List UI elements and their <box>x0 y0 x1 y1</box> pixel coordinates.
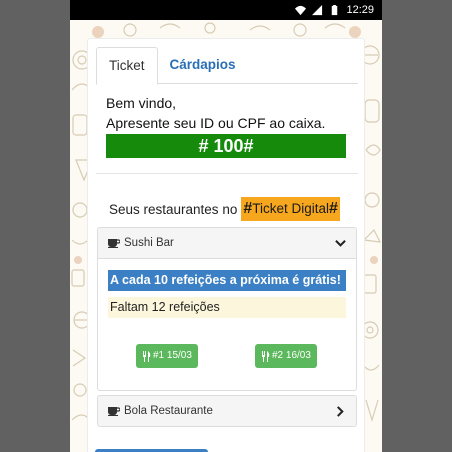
brand-hash-right: # <box>329 200 338 217</box>
welcome-line-2: Apresente seu ID ou CPF ao caixa. <box>106 115 326 131</box>
brand-hash-left: # <box>243 200 253 217</box>
coffee-cup-icon <box>108 239 120 248</box>
status-bar: 12:29 <box>70 0 382 20</box>
tab-bar: Ticket Cárdapios <box>96 47 358 85</box>
welcome-line-1: Bem vindo, <box>106 95 177 111</box>
restaurant-panel-body: A cada 10 refeições a próxima é grátis! … <box>97 259 357 391</box>
promo-banner: A cada 10 refeições a próxima é grátis! <box>108 270 346 291</box>
welcome-message: Bem vindo, Apresente seu ID ou CPF ao ca… <box>106 93 325 133</box>
tab-ticket[interactable]: Ticket <box>96 47 158 85</box>
restaurant-name: Sushi Bar <box>124 237 174 249</box>
meal-label-2: #2 16/03 <box>272 350 311 361</box>
restaurant-name: Bola Restaurante <box>124 405 213 417</box>
signal-icon <box>312 4 323 15</box>
brand-name: Ticket Digital <box>252 201 330 216</box>
chevron-right-icon[interactable] <box>335 405 346 417</box>
restaurant-panel-bola[interactable]: Bola Restaurante <box>97 395 357 427</box>
wifi-icon <box>295 5 307 15</box>
cutlery-icon <box>143 350 151 362</box>
remaining-meals: Faltam 12 refeições <box>108 297 346 318</box>
meal-button-1[interactable]: #1 15/03 <box>136 344 198 368</box>
brand-tag: #Ticket Digital# <box>241 197 340 221</box>
phone-screen: 12:29 Ticket Cárdapios Bem vindo, Aprese… <box>70 0 382 452</box>
meal-label-1: #1 15/03 <box>153 350 192 361</box>
status-time: 12:29 <box>346 4 374 16</box>
user-id-display: # 100# <box>106 134 346 158</box>
restaurants-heading: Seus restaurantes no #Ticket Digital# <box>109 197 340 221</box>
coffee-cup-icon <box>108 407 120 416</box>
tab-cardapios[interactable]: Cárdapios <box>158 47 248 84</box>
chevron-down-icon[interactable] <box>335 238 346 249</box>
battery-icon <box>332 4 338 15</box>
meal-button-2[interactable]: #2 16/03 <box>255 344 317 368</box>
restaurant-panel-sushi-bar[interactable]: Sushi Bar <box>97 227 357 259</box>
ticket-card: Ticket Cárdapios Bem vindo, Apresente se… <box>87 38 365 452</box>
panel-header[interactable]: Sushi Bar <box>98 228 356 258</box>
cutlery-icon <box>262 350 270 362</box>
restaurants-intro: Seus restaurantes no <box>109 201 238 217</box>
panel-header[interactable]: Bola Restaurante <box>98 396 356 426</box>
divider <box>96 173 358 174</box>
